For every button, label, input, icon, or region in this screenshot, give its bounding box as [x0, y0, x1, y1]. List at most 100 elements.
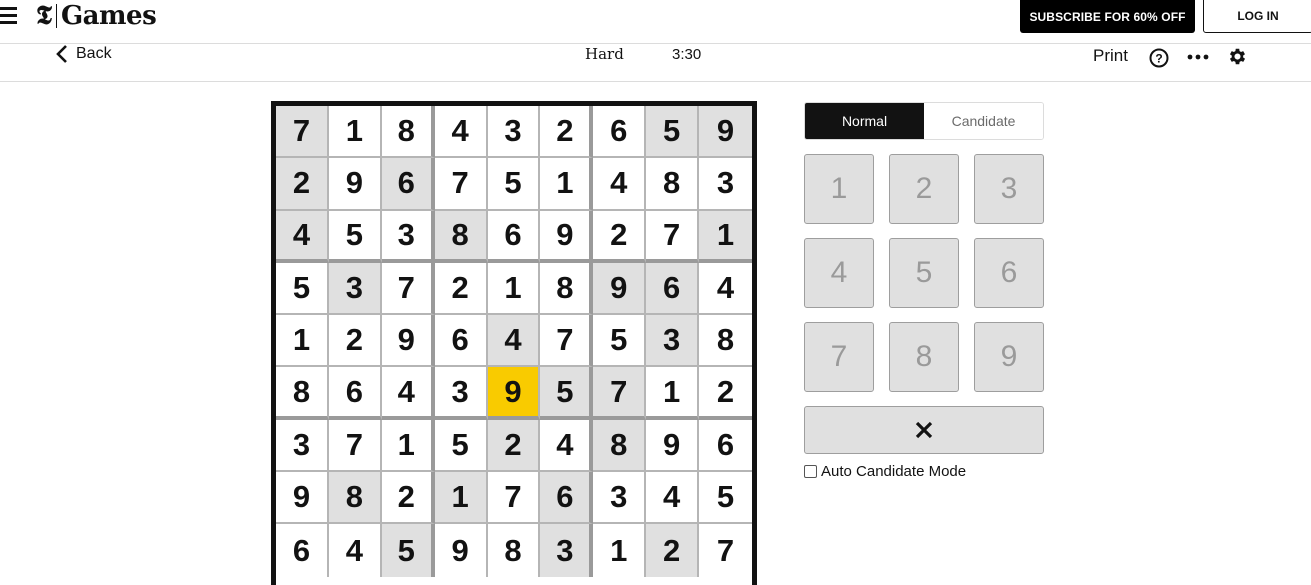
- sudoku-cell-r8c6[interactable]: 6: [540, 472, 594, 525]
- key-3[interactable]: 3: [974, 154, 1044, 224]
- mode-candidate-button[interactable]: Candidate: [924, 103, 1043, 139]
- back-button[interactable]: Back: [56, 44, 112, 64]
- sudoku-cell-r5c7[interactable]: 5: [593, 315, 647, 368]
- key-1[interactable]: 1: [804, 154, 874, 224]
- sudoku-cell-r8c3[interactable]: 2: [381, 472, 435, 525]
- sudoku-cell-r1c5[interactable]: 3: [487, 106, 541, 159]
- print-button[interactable]: Print: [1093, 46, 1128, 66]
- sudoku-cell-r2c1[interactable]: 2: [276, 158, 329, 211]
- sudoku-cell-r7c7[interactable]: 8: [593, 419, 647, 473]
- sudoku-cell-r4c4[interactable]: 2: [434, 262, 488, 316]
- sudoku-cell-r7c4[interactable]: 5: [434, 419, 488, 473]
- sudoku-cell-r9c6[interactable]: 3: [540, 524, 594, 577]
- sudoku-cell-r5c2[interactable]: 2: [328, 315, 382, 368]
- sudoku-cell-r8c5[interactable]: 7: [487, 472, 541, 525]
- sudoku-cell-r5c3[interactable]: 9: [381, 315, 435, 368]
- sudoku-cell-r4c8[interactable]: 6: [646, 262, 700, 316]
- sudoku-cell-r6c5[interactable]: 9: [487, 367, 541, 420]
- sudoku-cell-r9c5[interactable]: 8: [488, 524, 541, 577]
- subscribe-button[interactable]: SUBSCRIBE FOR 60% OFF: [1020, 0, 1195, 33]
- auto-candidate-checkbox[interactable]: [804, 465, 817, 478]
- more-options-icon[interactable]: [1187, 54, 1209, 60]
- sudoku-cell-r2c6[interactable]: 1: [540, 158, 594, 211]
- sudoku-cell-r8c1[interactable]: 9: [276, 472, 329, 525]
- sudoku-cell-r8c9[interactable]: 5: [699, 472, 752, 525]
- sudoku-cell-r3c1[interactable]: 4: [276, 210, 329, 263]
- help-icon[interactable]: ?: [1149, 48, 1169, 68]
- sudoku-cell-r3c8[interactable]: 7: [646, 210, 700, 263]
- sudoku-cell-r5c6[interactable]: 7: [540, 315, 594, 368]
- sudoku-cell-r4c6[interactable]: 8: [540, 262, 594, 316]
- sudoku-cell-r6c2[interactable]: 6: [328, 367, 382, 420]
- sudoku-cell-r2c3[interactable]: 6: [381, 158, 435, 211]
- sudoku-cell-r9c2[interactable]: 4: [329, 524, 382, 577]
- mode-normal-button[interactable]: Normal: [805, 103, 924, 139]
- key-8[interactable]: 8: [889, 322, 959, 392]
- sudoku-cell-r1c1[interactable]: 7: [276, 106, 329, 159]
- sudoku-cell-r5c5[interactable]: 4: [487, 315, 541, 368]
- sudoku-cell-r5c4[interactable]: 6: [434, 315, 488, 368]
- sudoku-cell-r9c9[interactable]: 7: [699, 524, 752, 576]
- settings-gear-icon[interactable]: [1227, 46, 1248, 67]
- sudoku-cell-r3c3[interactable]: 3: [381, 210, 435, 263]
- sudoku-cell-r2c9[interactable]: 3: [699, 158, 752, 211]
- sudoku-cell-r2c7[interactable]: 4: [593, 158, 647, 211]
- sudoku-cell-r5c1[interactable]: 1: [276, 315, 329, 368]
- key-4[interactable]: 4: [804, 238, 874, 308]
- sudoku-cell-r3c9[interactable]: 1: [699, 210, 752, 263]
- key-9[interactable]: 9: [974, 322, 1044, 392]
- sudoku-cell-r2c4[interactable]: 7: [434, 158, 488, 211]
- key-5[interactable]: 5: [889, 238, 959, 308]
- sudoku-cell-r1c9[interactable]: 9: [699, 106, 752, 159]
- sudoku-cell-r1c3[interactable]: 8: [381, 106, 435, 159]
- sudoku-cell-r4c7[interactable]: 9: [593, 262, 647, 316]
- sudoku-cell-r9c4[interactable]: 9: [435, 524, 488, 577]
- sudoku-cell-r7c1[interactable]: 3: [276, 419, 329, 473]
- sudoku-cell-r7c2[interactable]: 7: [328, 419, 382, 473]
- sudoku-cell-r8c2[interactable]: 8: [328, 472, 382, 525]
- login-button[interactable]: LOG IN: [1203, 0, 1311, 33]
- sudoku-cell-r3c4[interactable]: 8: [434, 210, 488, 263]
- sudoku-cell-r1c8[interactable]: 5: [646, 106, 700, 159]
- sudoku-cell-r9c1[interactable]: 6: [276, 524, 329, 577]
- menu-icon[interactable]: [0, 7, 18, 25]
- sudoku-cell-r6c3[interactable]: 4: [381, 367, 435, 420]
- erase-button[interactable]: [804, 406, 1044, 454]
- sudoku-cell-r8c4[interactable]: 1: [434, 472, 488, 525]
- sudoku-cell-r2c2[interactable]: 9: [328, 158, 382, 211]
- nyt-games-logo[interactable]: 𝕿 Games: [36, 1, 157, 31]
- sudoku-cell-r9c7[interactable]: 1: [593, 524, 647, 577]
- sudoku-cell-r7c6[interactable]: 4: [540, 419, 594, 473]
- sudoku-cell-r1c2[interactable]: 1: [328, 106, 382, 159]
- sudoku-cell-r6c1[interactable]: 8: [276, 367, 329, 420]
- sudoku-cell-r3c5[interactable]: 6: [487, 210, 541, 263]
- sudoku-cell-r7c5[interactable]: 2: [487, 419, 541, 473]
- sudoku-cell-r3c7[interactable]: 2: [593, 210, 647, 263]
- key-2[interactable]: 2: [889, 154, 959, 224]
- sudoku-cell-r7c8[interactable]: 9: [646, 419, 700, 473]
- sudoku-cell-r6c4[interactable]: 3: [434, 367, 488, 420]
- sudoku-cell-r1c7[interactable]: 6: [593, 106, 647, 159]
- sudoku-cell-r3c6[interactable]: 9: [540, 210, 594, 263]
- sudoku-cell-r6c8[interactable]: 1: [646, 367, 700, 420]
- sudoku-cell-r2c8[interactable]: 8: [646, 158, 700, 211]
- auto-candidate-toggle[interactable]: Auto Candidate Mode: [804, 463, 966, 480]
- sudoku-cell-r8c7[interactable]: 3: [593, 472, 647, 525]
- sudoku-cell-r1c4[interactable]: 4: [434, 106, 488, 159]
- sudoku-cell-r6c9[interactable]: 2: [699, 367, 752, 420]
- sudoku-cell-r5c8[interactable]: 3: [646, 315, 700, 368]
- sudoku-cell-r5c9[interactable]: 8: [699, 315, 752, 368]
- sudoku-cell-r6c7[interactable]: 7: [593, 367, 647, 420]
- sudoku-cell-r2c5[interactable]: 5: [487, 158, 541, 211]
- sudoku-cell-r4c9[interactable]: 4: [699, 263, 752, 316]
- sudoku-cell-r6c6[interactable]: 5: [540, 367, 594, 420]
- key-7[interactable]: 7: [804, 322, 874, 392]
- sudoku-cell-r7c9[interactable]: 6: [699, 420, 752, 473]
- sudoku-cell-r4c2[interactable]: 3: [328, 262, 382, 316]
- timer[interactable]: 3:30: [672, 46, 701, 63]
- sudoku-cell-r4c1[interactable]: 5: [276, 262, 329, 316]
- key-6[interactable]: 6: [974, 238, 1044, 308]
- sudoku-cell-r7c3[interactable]: 1: [381, 419, 435, 473]
- sudoku-cell-r3c2[interactable]: 5: [328, 210, 382, 263]
- sudoku-cell-r4c3[interactable]: 7: [381, 262, 435, 316]
